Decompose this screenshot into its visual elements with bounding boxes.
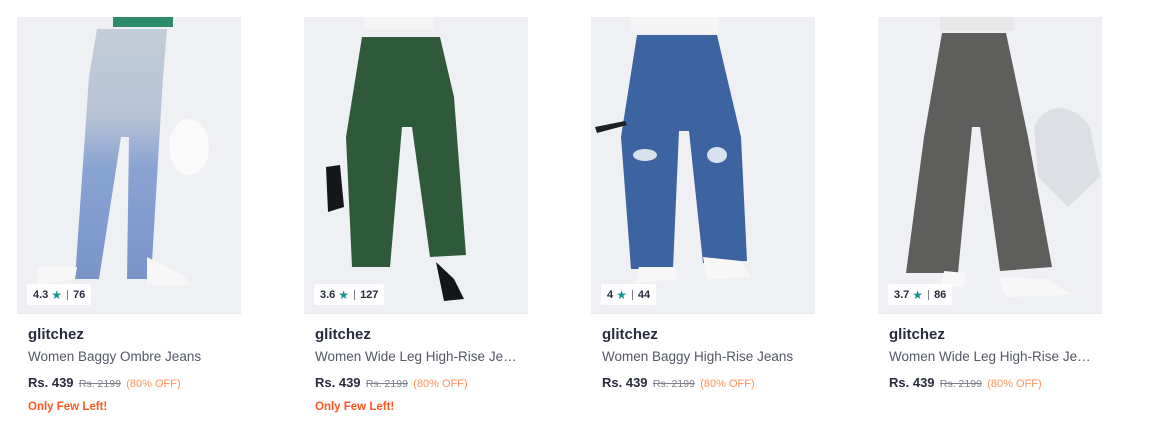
product-info: glitchez Women Baggy High-Rise Jeans Rs.… bbox=[602, 323, 807, 400]
rating-badge: 3.7 ★ 86 bbox=[888, 284, 953, 305]
stock-note: Only Few Left! bbox=[315, 401, 395, 413]
rating-separator bbox=[928, 289, 930, 300]
star-icon: ★ bbox=[51, 287, 63, 302]
rating-badge: 3.6 ★ 127 bbox=[314, 284, 385, 305]
rating-count: 86 bbox=[934, 288, 947, 301]
product-discount: (80% OFF) bbox=[700, 378, 755, 390]
product-price: Rs. 439 bbox=[315, 375, 361, 390]
rating-value: 4 bbox=[607, 288, 614, 301]
product-brand[interactable]: glitchez bbox=[602, 325, 807, 345]
price-row: Rs. 439 Rs. 2199 (80% OFF) bbox=[315, 375, 520, 392]
star-icon: ★ bbox=[616, 287, 627, 302]
rating-count: 127 bbox=[360, 288, 379, 301]
rating-count: 76 bbox=[73, 288, 86, 301]
rating-separator bbox=[67, 289, 69, 300]
image-divider bbox=[878, 313, 1102, 314]
product-image[interactable]: 4 ★ 44 bbox=[591, 17, 815, 314]
product-card[interactable]: 3.6 ★ 127 glitchez Women Wide Leg High-R… bbox=[304, 17, 528, 422]
product-mrp: Rs. 2199 bbox=[365, 378, 408, 390]
price-row: Rs. 439 Rs. 2199 (80% OFF) bbox=[28, 375, 233, 392]
product-image[interactable]: 3.6 ★ 127 bbox=[304, 17, 528, 314]
rating-value: 4.3 bbox=[33, 288, 49, 301]
product-info: glitchez Women Wide Leg High-Rise Jeans … bbox=[315, 323, 520, 414]
product-price: Rs. 439 bbox=[602, 375, 648, 390]
rating-separator bbox=[354, 289, 356, 300]
rating-separator bbox=[631, 289, 633, 300]
rating-value: 3.7 bbox=[894, 288, 910, 301]
product-brand[interactable]: glitchez bbox=[28, 325, 233, 345]
star-icon: ★ bbox=[912, 287, 924, 302]
price-row: Rs. 439 Rs. 2199 (80% OFF) bbox=[889, 375, 1094, 392]
product-info: glitchez Women Wide Leg High-Rise Jeans … bbox=[889, 323, 1094, 400]
product-name[interactable]: Women Baggy Ombre Jeans bbox=[28, 348, 233, 366]
image-divider bbox=[304, 313, 528, 314]
rating-badge: 4.3 ★ 76 bbox=[27, 284, 92, 305]
product-brand[interactable]: glitchez bbox=[889, 325, 1094, 345]
product-mrp: Rs. 2199 bbox=[652, 378, 695, 390]
product-discount: (80% OFF) bbox=[987, 378, 1042, 390]
rating-badge: 4 ★ 44 bbox=[601, 284, 657, 305]
image-divider bbox=[591, 313, 815, 314]
product-card[interactable]: 3.7 ★ 86 glitchez Women Wide Leg High-Ri… bbox=[878, 17, 1102, 422]
product-discount: (80% OFF) bbox=[126, 378, 181, 390]
product-grid: 4.3 ★ 76 glitchez Women Baggy Ombre Jean… bbox=[0, 0, 1150, 434]
product-name[interactable]: Women Baggy High-Rise Jeans bbox=[602, 348, 807, 366]
product-card[interactable]: 4.3 ★ 76 glitchez Women Baggy Ombre Jean… bbox=[17, 17, 241, 422]
product-name[interactable]: Women Wide Leg High-Rise Jeans bbox=[889, 348, 1094, 366]
product-image[interactable]: 4.3 ★ 76 bbox=[17, 17, 241, 314]
product-info: glitchez Women Baggy Ombre Jeans Rs. 439… bbox=[28, 323, 233, 414]
product-discount: (80% OFF) bbox=[413, 378, 468, 390]
product-image[interactable]: 3.7 ★ 86 bbox=[878, 17, 1102, 314]
stock-note: Only Few Left! bbox=[28, 401, 108, 413]
rating-value: 3.6 bbox=[320, 288, 336, 301]
product-mrp: Rs. 2199 bbox=[939, 378, 982, 390]
star-icon: ★ bbox=[338, 287, 350, 302]
image-divider bbox=[17, 313, 241, 314]
product-brand[interactable]: glitchez bbox=[315, 325, 520, 345]
product-mrp: Rs. 2199 bbox=[78, 378, 121, 390]
rating-count: 44 bbox=[637, 288, 651, 301]
price-row: Rs. 439 Rs. 2199 (80% OFF) bbox=[602, 375, 807, 392]
product-price: Rs. 439 bbox=[889, 375, 935, 390]
product-name[interactable]: Women Wide Leg High-Rise Jeans bbox=[315, 348, 520, 366]
product-price: Rs. 439 bbox=[28, 375, 74, 390]
product-card[interactable]: 4 ★ 44 glitchez Women Baggy High-Rise Je… bbox=[591, 17, 815, 422]
